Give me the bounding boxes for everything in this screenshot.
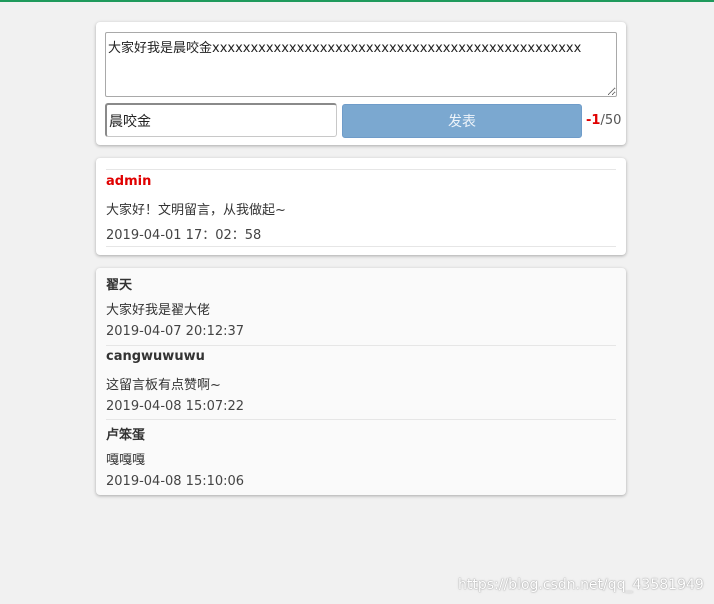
counter-max: /50 (600, 113, 622, 128)
message-textarea[interactable]: 大家好我是晨咬金xxxxxxxxxxxxxxxxxxxxxxxxxxxxxxxx… (105, 32, 617, 97)
pinned-message-panel: admin 大家好！文明留言，从我做起~ 2019-04-01 17：02：58 (96, 158, 626, 255)
character-counter: -1/50 (586, 113, 621, 128)
divider (106, 419, 616, 420)
publish-button[interactable]: 发表 (342, 104, 582, 138)
message-content: 大家好！文明留言，从我做起~ (106, 203, 286, 218)
message-content: 大家好我是翟大佬 (106, 303, 211, 318)
name-input[interactable] (105, 103, 337, 137)
message-time: 2019-04-08 15:07:22 (106, 399, 245, 414)
message-content: 嘎嘎嘎 (106, 453, 146, 468)
divider (106, 169, 616, 170)
message-author: admin (106, 174, 152, 189)
message-content: 这留言板有点赞啊~ (106, 378, 221, 393)
message-composer: 大家好我是晨咬金xxxxxxxxxxxxxxxxxxxxxxxxxxxxxxxx… (96, 22, 626, 145)
message-time: 2019-04-08 15:10:06 (106, 474, 245, 489)
divider (106, 345, 616, 346)
watermark: https://blog.csdn.net/qq_43581949 (458, 577, 704, 593)
message-time: 2019-04-07 20:12:37 (106, 324, 245, 339)
message-author: 卢笨蛋 (106, 428, 146, 443)
message-time: 2019-04-01 17：02：58 (106, 228, 262, 243)
divider (106, 246, 616, 247)
message-author: 翟天 (106, 278, 133, 293)
counter-remaining: -1 (586, 113, 601, 128)
message-list-panel: 翟天 大家好我是翟大佬 2019-04-07 20:12:37 cangwuwu… (96, 268, 626, 495)
message-author: cangwuwuwu (106, 349, 205, 364)
